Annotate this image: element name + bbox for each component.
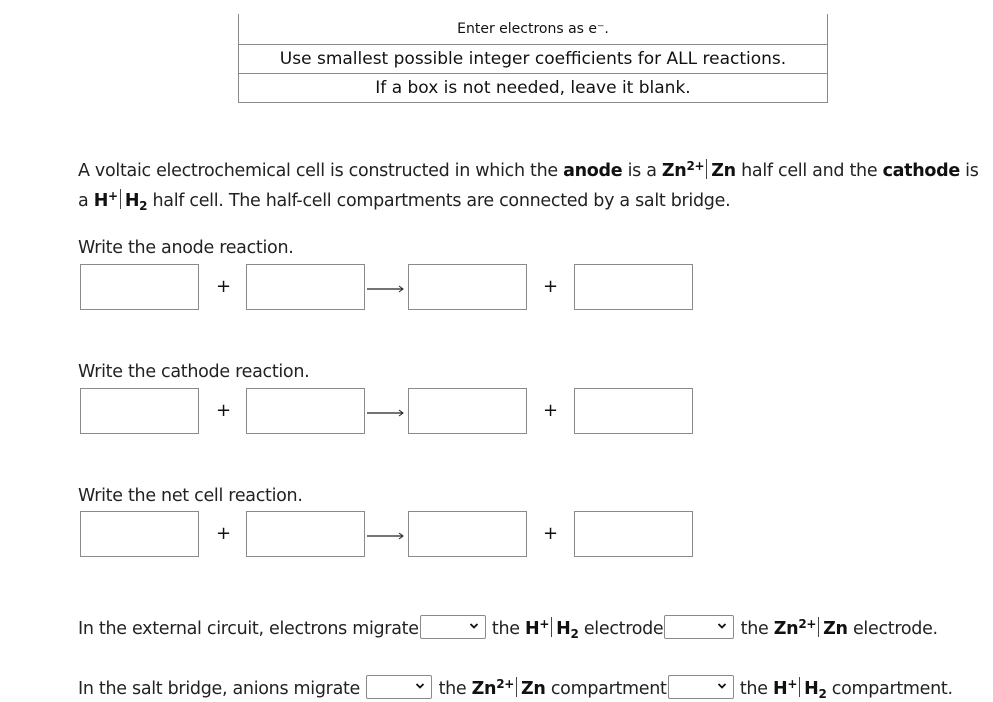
ion-charge: 2+ <box>798 617 817 631</box>
plus-sign: + <box>543 400 559 421</box>
cathode-half-cell: H+ <box>93 189 118 211</box>
gas-subscript: 2 <box>818 687 827 701</box>
cathode-reactant-1-input[interactable] <box>80 388 199 434</box>
cathode-product-2-input[interactable] <box>574 388 693 434</box>
ion-charge: + <box>108 189 118 203</box>
ion-charge: + <box>787 677 798 691</box>
chevron-down-icon <box>416 683 425 689</box>
ion-symbol: H <box>772 679 788 699</box>
h-electrode-label: H+ <box>525 617 550 639</box>
anode-product-1-input[interactable] <box>408 264 527 310</box>
net-product-1-input[interactable] <box>408 511 527 557</box>
h2-label: H2 <box>804 679 827 701</box>
arrow-right-icon <box>367 409 404 417</box>
cathode-gas: H2 <box>124 191 148 212</box>
ion-charge: + <box>539 617 550 631</box>
ion-symbol: Zn <box>471 679 497 699</box>
net-reaction-prompt: Write the net cell reaction. <box>78 486 303 506</box>
anode-reactant-1-input[interactable] <box>80 264 199 310</box>
phase-boundary-icon <box>119 189 121 209</box>
ion-symbol: H <box>525 619 540 639</box>
gas-subscript: 2 <box>570 627 579 641</box>
plus-sign: + <box>543 276 559 297</box>
instructions-table: Enter electrons as e⁻. Use smallest poss… <box>238 14 828 103</box>
plus-sign: + <box>216 523 232 544</box>
phase-boundary-icon <box>799 677 801 697</box>
gas-symbol: H <box>804 679 819 699</box>
salt-bridge-sentence: In the salt bridge, anions migrate the Z… <box>78 675 953 701</box>
anode-reaction-prompt: Write the anode reaction. <box>78 238 294 258</box>
sentence-text: electrode. <box>847 619 938 639</box>
sentence-text: electrode <box>578 619 664 639</box>
anode-product-2-input[interactable] <box>574 264 693 310</box>
instruction-coefficients: Use smallest possible integer coefficien… <box>238 44 828 74</box>
sentence-text: the <box>739 679 773 699</box>
ion-charge: 2+ <box>686 159 705 173</box>
anion-direction-select-1[interactable] <box>366 675 433 699</box>
anode-reactant-2-input[interactable] <box>246 264 365 310</box>
arrow-right-icon <box>367 285 404 293</box>
ion-charge: 2+ <box>496 677 515 691</box>
chevron-down-icon <box>469 623 478 629</box>
gas-symbol: H <box>556 619 571 639</box>
h2-label: H2 <box>556 619 579 641</box>
plus-sign: + <box>216 400 232 421</box>
problem-statement: A voltaic electrochemical cell is constr… <box>78 156 993 216</box>
electron-direction-select-2[interactable] <box>664 615 735 639</box>
anode-label: anode <box>563 161 623 181</box>
zn-electrode-label: Zn2+ <box>773 617 817 639</box>
net-reactant-1-input[interactable] <box>80 511 199 557</box>
anion-direction-select-2[interactable] <box>667 675 734 699</box>
intro-text: half cell and the <box>735 161 883 181</box>
plus-sign: + <box>543 523 559 544</box>
zn-compartment-label: Zn2+ <box>471 677 515 699</box>
sentence-text: the <box>491 619 526 639</box>
h-compartment-label: H+ <box>772 677 798 699</box>
net-reactant-2-input[interactable] <box>246 511 365 557</box>
zn-metal-label: Zn <box>521 679 546 699</box>
cathode-product-1-input[interactable] <box>408 388 527 434</box>
arrow-right-icon <box>367 532 404 540</box>
sentence-text: In the external circuit, electrons migra… <box>78 619 419 639</box>
sentence-text: In the salt bridge, anions migrate <box>78 679 361 699</box>
ion-symbol: Zn <box>661 161 687 181</box>
net-product-2-input[interactable] <box>574 511 693 557</box>
cathode-reactant-2-input[interactable] <box>246 388 365 434</box>
phase-boundary-icon <box>516 677 518 697</box>
phase-boundary-icon <box>551 617 553 637</box>
instruction-electrons: Enter electrons as e⁻. <box>238 14 828 45</box>
zn-metal-label: Zn <box>823 619 848 639</box>
intro-text: half cell. The half-cell compartments ar… <box>147 191 731 211</box>
plus-sign: + <box>216 276 232 297</box>
anode-metal: Zn <box>711 161 736 181</box>
sentence-text: compartment <box>545 679 667 699</box>
instruction-blank-boxes: If a box is not needed, leave it blank. <box>238 73 828 103</box>
intro-text: is a <box>622 161 662 181</box>
cathode-reaction-prompt: Write the cathode reaction. <box>78 362 310 382</box>
sentence-text: the <box>438 679 472 699</box>
ion-symbol: Zn <box>773 619 799 639</box>
intro-text: A voltaic electrochemical cell is constr… <box>78 161 564 181</box>
chevron-down-icon <box>717 683 726 689</box>
external-circuit-sentence: In the external circuit, electrons migra… <box>78 615 938 641</box>
electron-direction-select-1[interactable] <box>419 615 486 639</box>
cathode-label: cathode <box>882 161 961 181</box>
sentence-text: the <box>740 619 774 639</box>
phase-boundary-icon <box>706 159 708 179</box>
anode-half-cell: Zn2+ <box>661 159 705 181</box>
gas-symbol: H <box>124 191 140 211</box>
chevron-down-icon <box>718 623 727 629</box>
ion-symbol: H <box>93 191 109 211</box>
phase-boundary-icon <box>818 617 820 637</box>
sentence-text: compartment. <box>826 679 953 699</box>
